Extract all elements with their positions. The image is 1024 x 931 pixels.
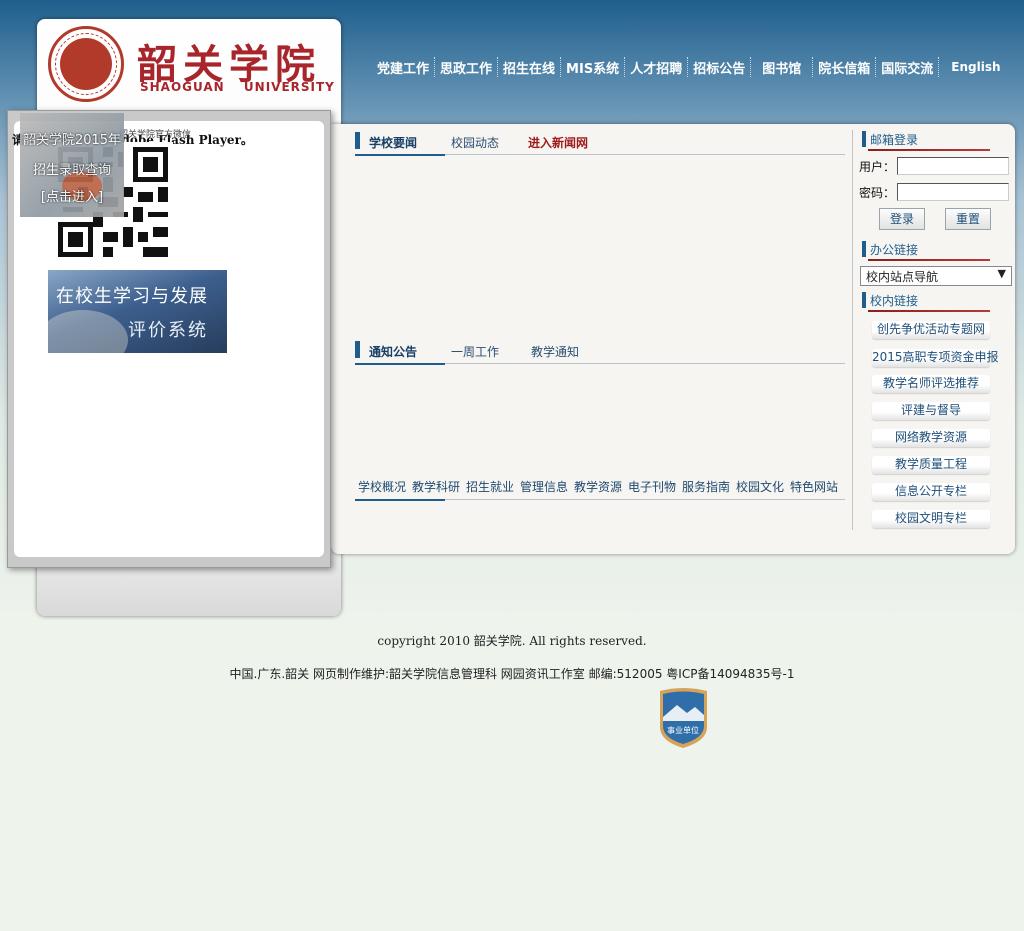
nav-item-ideology[interactable]: 思政工作 xyxy=(435,58,497,77)
campus-link[interactable]: 网络教学资源 xyxy=(872,429,990,447)
notice-tabbar: 通知公告 一周工作 教学通知 xyxy=(355,339,845,365)
ad-line-2: 招生录取查询 xyxy=(32,163,111,178)
tab-news-site[interactable]: 进入新闻网 xyxy=(528,134,588,151)
campus-link[interactable]: 2015高职专项资金申报 xyxy=(872,349,999,367)
public-institution-badge-icon[interactable]: 事业单位 xyxy=(657,687,710,749)
campus-links-header: 校内链接 xyxy=(862,291,990,312)
quick-link-overview[interactable]: 学校概况 xyxy=(358,478,406,495)
ad-line-3[interactable]: [点击进入] xyxy=(20,186,124,205)
mail-login-header: 邮箱登录 xyxy=(862,130,990,151)
site-nav-selected: 校内站点导航 xyxy=(866,270,939,284)
campus-links-title: 校内链接 xyxy=(870,294,919,308)
quick-link-featured-sites[interactable]: 特色网站 xyxy=(790,478,838,495)
password-label: 密码： xyxy=(859,186,896,200)
nav-item-english[interactable]: English xyxy=(939,60,1000,74)
nav-item-library[interactable]: 图书馆 xyxy=(751,58,812,77)
campus-link[interactable]: 评建与督导 xyxy=(872,402,990,420)
university-seal-icon[interactable] xyxy=(48,26,124,102)
user-label: 用户： xyxy=(859,160,896,174)
nav-item-tenders[interactable]: 招标公告 xyxy=(688,58,750,77)
tab-notices[interactable]: 通知公告 xyxy=(369,343,417,360)
password-input[interactable] xyxy=(897,183,1009,201)
nav-item-admissions[interactable]: 招生在线 xyxy=(498,58,560,77)
reset-button[interactable]: 重置 xyxy=(945,208,991,230)
mail-login-title: 邮箱登录 xyxy=(870,133,919,147)
nav-item-president-mailbox[interactable]: 院长信箱 xyxy=(813,58,875,77)
quick-link-research[interactable]: 教学科研 xyxy=(412,478,460,495)
site-nav-select[interactable]: 校内站点导航 ▼ xyxy=(860,266,1012,286)
login-button[interactable]: 登录 xyxy=(879,208,925,230)
campus-link[interactable]: 信息公开专栏 xyxy=(872,483,990,501)
chevron-down-icon: ▼ xyxy=(997,267,1006,280)
quick-link-employment[interactable]: 招生就业 xyxy=(466,478,514,495)
footer-copyright: copyright 2010 韶关学院. All rights reserved… xyxy=(377,634,647,648)
nav-item-party[interactable]: 党建工作 xyxy=(372,58,434,77)
quick-link-resources[interactable]: 教学资源 xyxy=(574,478,622,495)
campus-link[interactable]: 教学名师评选推荐 xyxy=(872,375,990,393)
tab-teaching-notices[interactable]: 教学通知 xyxy=(531,343,579,360)
ad-line-1: 韶关学院2015年 xyxy=(22,133,122,148)
office-links-title: 办公链接 xyxy=(870,243,919,257)
tab-school-news[interactable]: 学校要闻 xyxy=(369,134,417,151)
quick-link-publications[interactable]: 电子刊物 xyxy=(628,478,676,495)
office-links-header: 办公链接 xyxy=(862,240,990,261)
top-nav: 党建工作 思政工作 招生在线 MIS系统 人才招聘 招标公告 图书馆 院长信箱 … xyxy=(372,56,1001,78)
quick-link-service-guide[interactable]: 服务指南 xyxy=(682,478,730,495)
news-tabbar: 学校要闻 校园动态 进入新闻网 xyxy=(355,130,845,156)
nav-item-international[interactable]: 国际交流 xyxy=(876,58,938,77)
admission-query-ad[interactable]: 韶关学院2015年 招生录取查询 [点击进入] xyxy=(20,113,124,217)
nav-item-mis[interactable]: MIS系统 xyxy=(561,58,624,77)
quick-link-campus-culture[interactable]: 校园文化 xyxy=(736,478,784,495)
eval-banner-subtitle: 评价系统 xyxy=(128,320,208,341)
campus-link[interactable]: 创先争优活动专题网 xyxy=(872,321,990,339)
tab-campus-updates[interactable]: 校园动态 xyxy=(451,134,499,151)
campus-link[interactable]: 校园文明专栏 xyxy=(872,510,990,528)
quick-links: 学校概况 教学科研 招生就业 管理信息 教学资源 电子刊物 服务指南 校园文化 … xyxy=(355,477,845,501)
username-input[interactable] xyxy=(897,157,1009,175)
tab-weekly-work[interactable]: 一周工作 xyxy=(451,343,499,360)
wechat-qr-label: 韶关学院官方微信 xyxy=(119,130,192,140)
logo-english-name[interactable]: SHAOGUAN UNIVERSITY xyxy=(140,80,335,94)
eval-banner-title: 在校生学习与发展 xyxy=(56,286,208,307)
student-evaluation-banner[interactable]: 在校生学习与发展 评价系统 xyxy=(48,270,227,353)
nav-item-recruitment[interactable]: 人才招聘 xyxy=(625,58,687,77)
quick-link-management[interactable]: 管理信息 xyxy=(520,478,568,495)
footer-info: 中国.广东.韶关 网页制作维护:韶关学院信息管理科 网园资讯工作室 邮编:512… xyxy=(229,667,795,681)
badge-text: 事业单位 xyxy=(667,725,699,735)
column-divider xyxy=(852,130,853,530)
campus-link[interactable]: 教学质量工程 xyxy=(872,456,990,474)
